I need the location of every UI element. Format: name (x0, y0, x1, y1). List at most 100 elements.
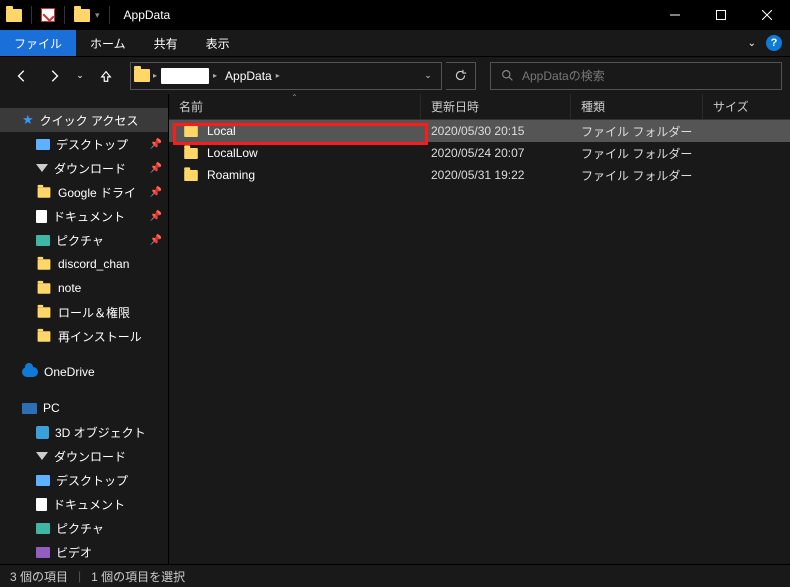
desktop-icon (36, 475, 50, 486)
recent-dropdown-icon[interactable]: ⌄ (72, 62, 88, 90)
pin-icon: 📌 (150, 211, 162, 222)
sidebar-item-roles[interactable]: ロール＆権限 (0, 300, 168, 324)
file-date: 2020/05/31 19:22 (421, 168, 571, 182)
table-row[interactable]: Roaming 2020/05/31 19:22ファイル フォルダー (169, 164, 790, 186)
forward-button[interactable] (40, 62, 68, 90)
file-name: LocalLow (207, 146, 258, 160)
help-icon[interactable]: ? (766, 35, 782, 51)
close-button[interactable] (744, 0, 790, 30)
folder-icon (38, 283, 51, 293)
navbar: ⌄ ▸ ▸ AppData ▸ ⌄ AppDataの検索 (0, 56, 790, 94)
column-header-row: 名前⌃ 更新日時 種類 サイズ (169, 94, 790, 120)
sidebar-item-desktop2[interactable]: デスクトップ (0, 468, 168, 492)
pin-icon: 📌 (150, 187, 162, 198)
download-icon (36, 452, 48, 460)
file-type: ファイル フォルダー (571, 123, 703, 140)
ribbon: ファイル ホーム 共有 表示 ⌄ ? (0, 30, 790, 56)
column-header-name[interactable]: 名前⌃ (169, 94, 421, 119)
folder-icon (74, 9, 90, 22)
status-count: 3 個の項目 (10, 568, 68, 585)
star-icon: ★ (22, 112, 34, 128)
address-dropdown-icon[interactable]: ⌄ (415, 63, 441, 89)
sidebar-item-note[interactable]: note (0, 276, 168, 300)
pc-icon (22, 403, 37, 414)
statusbar: 3 個の項目 | 1 個の項目を選択 (0, 564, 790, 587)
3d-icon (36, 426, 49, 439)
folder-icon (134, 69, 150, 82)
tab-file[interactable]: ファイル (0, 30, 76, 56)
minimize-button[interactable] (652, 0, 698, 30)
file-list: 名前⌃ 更新日時 種類 サイズ Local2020/05/30 20:15ファイ… (169, 94, 790, 564)
maximize-button[interactable] (698, 0, 744, 30)
folder-icon (184, 125, 198, 136)
folder-icon (38, 187, 51, 197)
column-header-date[interactable]: 更新日時 (421, 94, 571, 119)
quick-access-clipboard-icon[interactable] (41, 8, 55, 22)
chevron-right-icon[interactable]: ▸ (276, 71, 280, 80)
sidebar-item-documents[interactable]: ドキュメント📌 (0, 204, 168, 228)
sidebar-item-discord[interactable]: discord_chan (0, 252, 168, 276)
tab-view[interactable]: 表示 (192, 30, 244, 56)
sidebar-pc[interactable]: PC (0, 396, 168, 420)
ribbon-expand-icon[interactable]: ⌄ (748, 38, 756, 49)
sidebar-onedrive[interactable]: OneDrive (0, 360, 168, 384)
file-name: Roaming (207, 168, 255, 182)
chevron-right-icon[interactable]: ▸ (213, 71, 217, 80)
folder-icon (38, 307, 51, 317)
desktop-icon (36, 139, 50, 150)
video-icon (36, 547, 50, 558)
file-date: 2020/05/30 20:15 (421, 124, 571, 138)
sidebar-item-downloads[interactable]: ダウンロード📌 (0, 156, 168, 180)
pin-icon: 📌 (150, 139, 162, 150)
search-input[interactable]: AppDataの検索 (490, 62, 782, 90)
sidebar-quick-access[interactable]: ★クイック アクセス (0, 108, 168, 132)
up-button[interactable] (92, 62, 120, 90)
pictures-icon (36, 235, 50, 246)
sidebar-item-desktop[interactable]: デスクトップ📌 (0, 132, 168, 156)
refresh-button[interactable] (446, 62, 476, 90)
table-row[interactable]: LocalLow 2020/05/24 20:07ファイル フォルダー (169, 142, 790, 164)
breadcrumb-segment[interactable]: ▸ (157, 63, 221, 89)
sidebar-item-downloads2[interactable]: ダウンロード (0, 444, 168, 468)
document-icon (36, 210, 47, 223)
column-header-size[interactable]: サイズ (703, 94, 790, 119)
pin-icon: 📌 (150, 235, 162, 246)
sidebar-item-videos[interactable]: ビデオ (0, 540, 168, 564)
file-date: 2020/05/24 20:07 (421, 146, 571, 160)
sidebar-item-gdrive[interactable]: Google ドライ📌 (0, 180, 168, 204)
breadcrumb-user-masked (161, 68, 209, 84)
file-type: ファイル フォルダー (571, 167, 703, 184)
cloud-icon (22, 367, 38, 377)
sidebar-item-documents2[interactable]: ドキュメント (0, 492, 168, 516)
breadcrumb-segment[interactable]: AppData ▸ (221, 63, 284, 89)
column-header-type[interactable]: 種類 (571, 94, 703, 119)
address-bar[interactable]: ▸ ▸ AppData ▸ ⌄ (130, 62, 442, 90)
search-placeholder: AppDataの検索 (522, 67, 605, 84)
sidebar-item-3dobjects[interactable]: 3D オブジェクト (0, 420, 168, 444)
back-button[interactable] (8, 62, 36, 90)
search-icon (501, 69, 514, 82)
folder-icon (184, 147, 198, 158)
tab-home[interactable]: ホーム (76, 30, 140, 56)
download-icon (36, 164, 48, 172)
file-type: ファイル フォルダー (571, 145, 703, 162)
folder-icon (38, 259, 51, 269)
folder-icon (6, 9, 22, 22)
tab-share[interactable]: 共有 (140, 30, 192, 56)
folder-icon (184, 169, 198, 180)
qat-dropdown-icon[interactable]: ▾ (95, 10, 100, 21)
titlebar: ▾ AppData (0, 0, 790, 30)
status-selected: 1 個の項目を選択 (91, 568, 185, 585)
document-icon (36, 498, 47, 511)
sort-indicator-icon: ⌃ (291, 93, 298, 102)
sidebar-item-pictures2[interactable]: ピクチャ (0, 516, 168, 540)
sidebar: ★クイック アクセス デスクトップ📌 ダウンロード📌 Google ドライ📌 ド… (0, 94, 169, 564)
breadcrumb-label: AppData (225, 69, 272, 83)
table-row[interactable]: Local 2020/05/30 20:15ファイル フォルダー (169, 120, 790, 142)
sidebar-item-reinstall[interactable]: 再インストール (0, 324, 168, 348)
pin-icon: 📌 (150, 163, 162, 174)
sidebar-item-pictures[interactable]: ピクチャ📌 (0, 228, 168, 252)
file-name: Local (207, 124, 236, 138)
folder-icon (38, 331, 51, 341)
window-title: AppData (124, 8, 171, 22)
